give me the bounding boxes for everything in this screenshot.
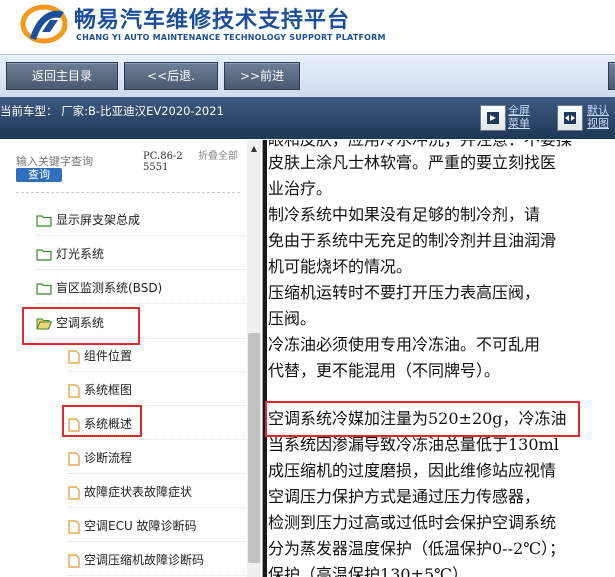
highlight-system-overview	[62, 405, 142, 437]
content-line: 免由于系统中无充足的制冷剂并且油润滑	[268, 231, 557, 250]
content-line: 代替，更不能混用（不同牌号）。	[268, 361, 501, 380]
collapse-all-link[interactable]: 折叠全部	[198, 151, 240, 162]
app-header: 畅易汽车维修技术支持平台 CHANG YI AUTO MAINTENANCE T…	[0, 0, 615, 54]
sidebar-scrollbar-thumb[interactable]	[248, 333, 260, 563]
tree-item-label: 组件位置	[84, 349, 133, 363]
content-scrollbar[interactable]	[263, 140, 267, 577]
document-content-pane: 眼和皮肤，应用冷水冲洗，并注意：不要揉 皮肤上涂凡士林软膏。严重的要立刻找医 业…	[263, 140, 615, 577]
tree-item-label: 空调ECU 故障诊断码	[84, 519, 197, 533]
go-forward-button[interactable]: >>前进	[224, 62, 300, 90]
default-label[interactable]: 默认	[587, 104, 609, 117]
highlight-refrigerant-line	[265, 401, 580, 437]
menu-label[interactable]: 菜单	[508, 117, 530, 130]
search-button[interactable]: 查询	[16, 168, 62, 182]
tree-item-display-bracket[interactable]: 显示屏支架总成	[36, 205, 246, 236]
tree-item-label: 空调压缩机故障诊断码	[84, 553, 205, 567]
fullscreen-icon	[487, 112, 499, 124]
toolbar-extra-button[interactable]	[608, 62, 615, 90]
tree-item-fault-symptom-table[interactable]: 故障症状表故障症状	[68, 477, 246, 508]
highlight-ac-system	[22, 307, 140, 345]
document-icon	[68, 519, 80, 534]
sidebar-tree-panel: 查询 PC.86-25551 折叠全部 显示屏支架总成 灯光系统 盲区监测系统(…	[0, 140, 263, 577]
tree-item-label: 系统框图	[84, 383, 133, 397]
tree-item-label: 灯光系统	[56, 247, 105, 261]
content-line: 空调压力保护方式是通过压力传感器，	[268, 487, 541, 506]
tree-item-lighting[interactable]: 灯光系统	[36, 239, 246, 270]
content-line: 业治疗。	[268, 179, 333, 198]
fullscreen-menu-button[interactable]	[480, 105, 506, 131]
content-line: 分为蒸发器温度保护（低温保护0--2℃）；	[268, 539, 566, 558]
document-icon	[68, 383, 80, 398]
pc-code-text: PC.86-25551	[143, 151, 183, 173]
tree-item-label: 盲区监测系统(BSD)	[56, 281, 163, 295]
platform-subtitle: CHANG YI AUTO MAINTENANCE TECHNOLOGY SUP…	[76, 33, 386, 42]
tree-item-system-diagram[interactable]: 系统框图	[68, 375, 246, 406]
current-vehicle-text: 当前车型： 厂家:B-比亚迪汉EV2020-2021	[0, 104, 224, 118]
document-icon	[68, 553, 80, 568]
keyword-search-input[interactable]	[16, 154, 108, 168]
divider	[16, 192, 240, 193]
content-line: 机可能烧坏的情况。	[268, 257, 413, 276]
vehicle-info-bar: 当前车型： 厂家:B-比亚迪汉EV2020-2021 全屏 菜单 默认 视图	[0, 97, 615, 139]
folder-icon	[36, 249, 52, 261]
nav-toolbar: 返回主目录 <<后退. >>前进	[0, 54, 615, 97]
folder-icon	[36, 215, 52, 227]
content-line: 保护（高温保护130±5℃）	[268, 565, 469, 577]
tree-item-compressor-dtc[interactable]: 空调压缩机故障诊断码	[68, 545, 246, 576]
fullscreen-label[interactable]: 全屏	[508, 104, 530, 117]
content-line: 压缩机运转时不要打开压力表高压阀，	[268, 283, 541, 302]
document-icon	[68, 349, 80, 364]
content-line: 皮肤上涂凡士林软膏。严重的要立刻找医	[268, 153, 557, 172]
folder-icon	[36, 283, 52, 295]
content-line: 冷冻油必须使用专用冷冻油。不可乱用	[268, 335, 541, 354]
content-line: 检测到压力过高或过低时会保护空调系统	[268, 513, 557, 532]
scroll-up-icon[interactable]: ▲	[247, 142, 261, 156]
content-line: 制冷系统中如果没有足够的制冷剂，请	[268, 205, 541, 224]
tree-item-ac-ecu-dtc[interactable]: 空调ECU 故障诊断码	[68, 511, 246, 542]
default-view-icon	[564, 112, 576, 124]
tree-item-label: 显示屏支架总成	[56, 213, 141, 227]
tree-item-component-location[interactable]: 组件位置	[68, 341, 246, 372]
back-to-main-button[interactable]: 返回主目录	[6, 62, 118, 90]
tree-item-label: 故障症状表故障症状	[84, 485, 193, 499]
platform-title: 畅易汽车维修技术支持平台	[74, 8, 351, 33]
tree-item-bsd[interactable]: 盲区监测系统(BSD)	[36, 273, 246, 304]
document-icon	[68, 451, 80, 466]
default-view-button[interactable]	[557, 105, 583, 131]
view-label[interactable]: 视图	[587, 117, 609, 130]
go-back-button[interactable]: <<后退.	[124, 62, 218, 90]
logo-icon	[20, 4, 68, 44]
document-icon	[68, 485, 80, 500]
tree-item-diagnostic-flow[interactable]: 诊断流程	[68, 443, 246, 474]
content-line: 压阀。	[268, 309, 317, 328]
content-line: 成压缩机的过度磨损，因此维修站应视情	[268, 461, 557, 480]
tree-item-label: 诊断流程	[84, 451, 133, 465]
